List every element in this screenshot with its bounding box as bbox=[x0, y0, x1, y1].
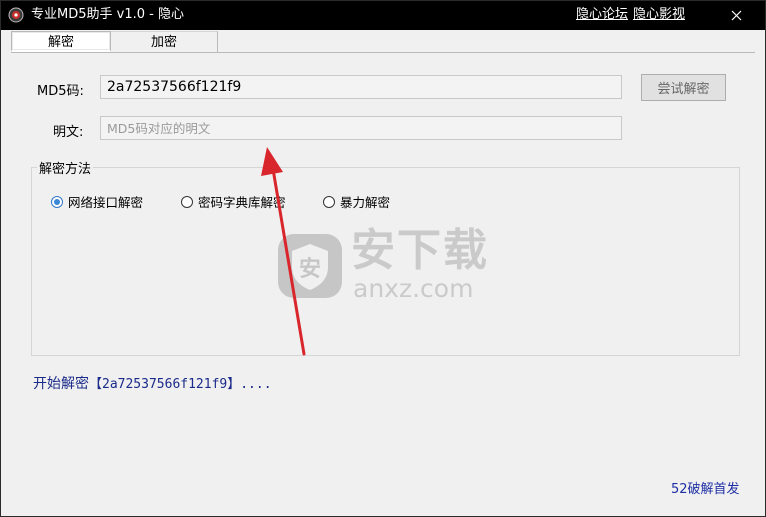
radio-dictionary[interactable]: 密码字典库解密 bbox=[181, 192, 286, 211]
status-detail: 【2a72537566f121f9】.... bbox=[89, 377, 272, 392]
radio-brute-force[interactable]: 暴力解密 bbox=[323, 192, 390, 211]
md5-label: MD5码: bbox=[37, 84, 84, 99]
radio-network-api[interactable]: 网络接口解密 bbox=[51, 192, 143, 211]
radio-label: 网络接口解密 bbox=[68, 195, 144, 210]
status-prefix: 开始解密 bbox=[33, 376, 89, 392]
decrypt-method-title: 解密方法 bbox=[37, 158, 94, 177]
plaintext-label: 明文: bbox=[53, 125, 84, 140]
try-decrypt-button[interactable]: 尝试解密 bbox=[641, 74, 726, 101]
radio-circle bbox=[51, 195, 63, 208]
plaintext-field[interactable] bbox=[100, 116, 622, 140]
window-title: 专业MD5助手 v1.0 - 隐心 bbox=[31, 7, 184, 22]
title-bar[interactable]: 专业MD5助手 v1.0 - 隐心 隐心论坛 隐心影视 bbox=[1, 1, 765, 30]
close-button[interactable] bbox=[707, 1, 765, 30]
close-icon bbox=[731, 10, 741, 21]
radio-label: 暴力解密 bbox=[340, 195, 391, 210]
radio-circle bbox=[181, 195, 193, 208]
tab-decrypt[interactable]: 解密 bbox=[11, 31, 111, 52]
plaintext-input[interactable] bbox=[101, 117, 621, 139]
forum-link[interactable]: 隐心论坛 bbox=[576, 7, 628, 23]
status-text: 开始解密【2a72537566f121f9】.... bbox=[33, 373, 272, 393]
footer-link[interactable]: 52破解首发 bbox=[671, 478, 740, 497]
radio-circle bbox=[323, 195, 335, 208]
tab-encrypt[interactable]: 加密 bbox=[111, 31, 218, 52]
radio-label: 密码字典库解密 bbox=[198, 195, 286, 210]
app-window: 专业MD5助手 v1.0 - 隐心 隐心论坛 隐心影视 解密 加密 MD5码: … bbox=[0, 0, 766, 517]
video-link[interactable]: 隐心影视 bbox=[633, 7, 685, 23]
md5-field[interactable] bbox=[100, 75, 622, 99]
md5-input[interactable] bbox=[101, 76, 621, 98]
app-icon bbox=[8, 7, 24, 23]
